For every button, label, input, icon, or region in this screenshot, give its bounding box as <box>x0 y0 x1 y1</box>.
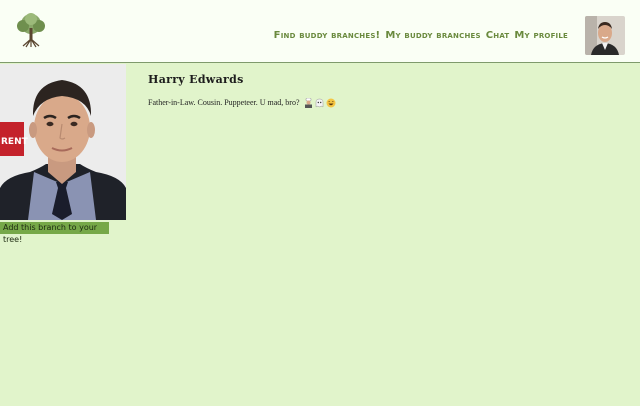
nav-my-buddy-branches[interactable]: My buddy branches <box>385 30 480 41</box>
nav-my-profile[interactable]: My profile <box>514 30 568 41</box>
laughing-face-icon <box>326 98 336 108</box>
site-header: Find buddy branches! My buddy branches C… <box>0 0 640 63</box>
profile-bio: Father-in-Law. Cousin. Puppeteer. U mad,… <box>148 98 336 109</box>
nav-chat[interactable]: Chat <box>486 30 510 41</box>
tree-logo-icon[interactable] <box>14 12 48 48</box>
profile-bio-text: Father-in-Law. Cousin. Puppeteer. U mad,… <box>148 98 300 107</box>
current-user-avatar[interactable] <box>585 16 625 55</box>
ghost-icon <box>315 98 324 108</box>
photo-sign-text: RENT <box>1 137 29 147</box>
bio-emoji-group <box>304 98 336 109</box>
add-branch-button[interactable]: Add this branch to your tree! <box>0 222 109 244</box>
nav-find-buddy-branches[interactable]: Find buddy branches! <box>274 30 381 41</box>
main-nav: Find buddy branches! My buddy branches C… <box>274 30 568 41</box>
cook-icon <box>304 98 313 109</box>
profile-photo: RENT <box>0 64 126 220</box>
profile-name: Harry Edwards <box>148 73 244 86</box>
